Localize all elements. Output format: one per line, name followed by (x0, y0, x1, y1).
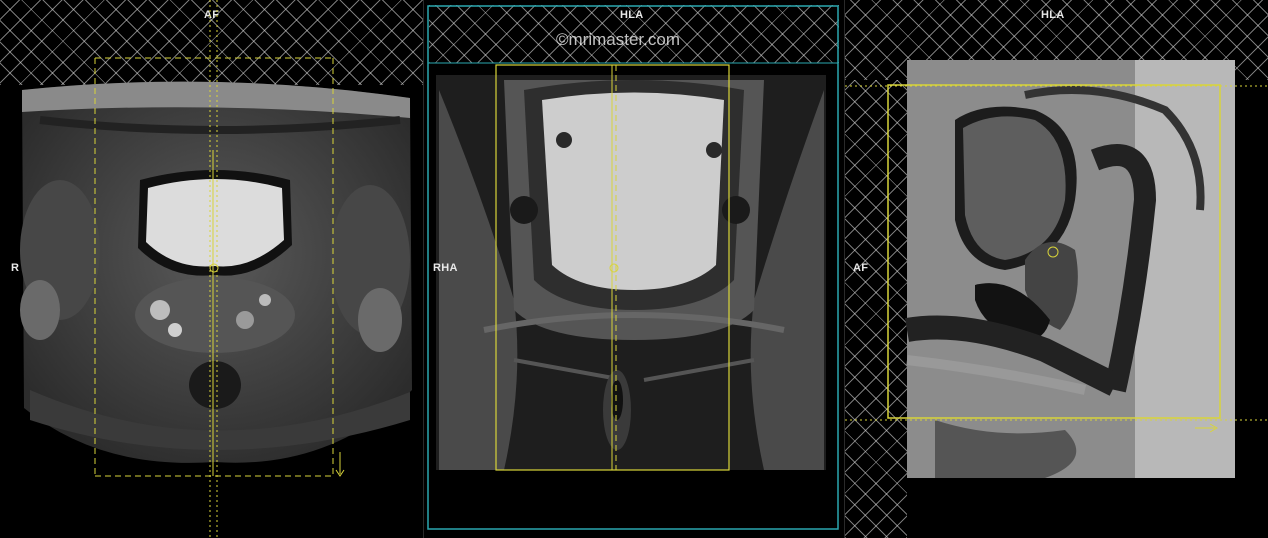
sagittal-viewport[interactable]: HLA AF (845, 0, 1268, 538)
axial-viewport[interactable]: AF R (0, 0, 423, 538)
coronal-viewport[interactable]: HLA ©mrimaster.com RHA (424, 0, 844, 538)
orientation-label-top: HLA (1041, 9, 1065, 21)
coronal-planning-overlay (427, 5, 839, 530)
sagittal-planning-overlay (845, 84, 1268, 433)
copyright-watermark: ©mrimaster.com (556, 30, 680, 49)
axial-planning-overlay (94, 0, 345, 538)
orientation-label-left: RHA (433, 262, 458, 274)
orientation-label-top: HLA (620, 9, 644, 21)
orientation-label-left: AF (853, 262, 869, 274)
